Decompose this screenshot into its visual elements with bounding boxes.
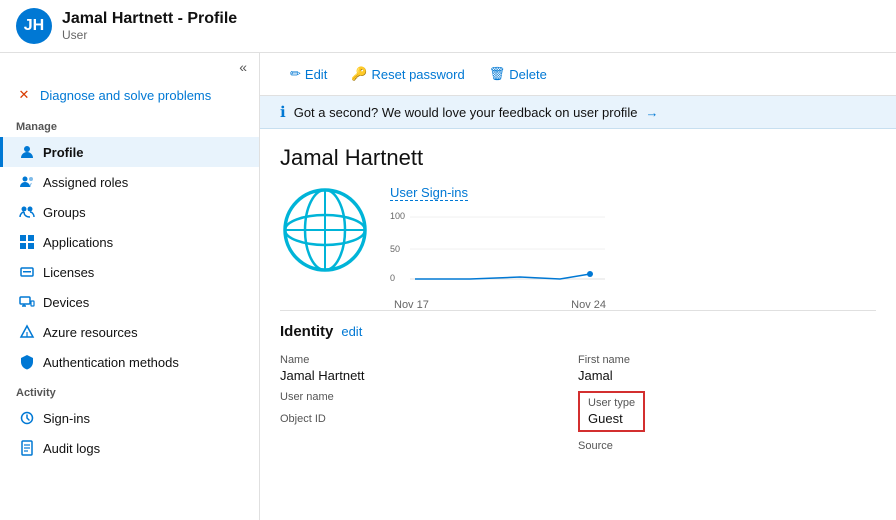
devices-icon (19, 294, 35, 310)
diagnose-label: Diagnose and solve problems (40, 88, 211, 103)
first-name-field: First name Jamal (578, 350, 876, 387)
sidebar-label-sign-ins: Sign-ins (43, 411, 90, 426)
sidebar-label-assigned-roles: Assigned roles (43, 175, 128, 190)
sidebar-label-devices: Devices (43, 295, 89, 310)
page-title: Jamal Hartnett - Profile (62, 10, 237, 28)
manage-section-label: Manage (0, 111, 259, 137)
sidebar-item-assigned-roles[interactable]: Assigned roles (0, 167, 259, 197)
info-icon: ℹ (280, 103, 286, 121)
sidebar-item-auth-methods[interactable]: Authentication methods (0, 347, 259, 377)
user-type-box: User type Guest (578, 391, 645, 432)
user-type-value: Guest (588, 411, 635, 426)
diagnose-icon: ✕ (16, 87, 32, 103)
main-content: ✏ Edit 🔑 Reset password 🗑 Delete ℹ Got a… (260, 53, 896, 520)
profile-section: Jamal Hartnett User Sign-ins (260, 129, 896, 474)
profile-name: Jamal Hartnett (280, 145, 876, 171)
avatar: JH (16, 8, 52, 44)
identity-title: Identity (280, 323, 333, 340)
audit-icon (19, 440, 35, 456)
activity-section-label: Activity (0, 377, 259, 403)
identity-grid: Name Jamal Hartnett User name Object ID (280, 350, 876, 458)
sidebar-label-applications: Applications (43, 235, 113, 250)
sidebar-item-profile[interactable]: Profile (0, 137, 259, 167)
collapse-btn[interactable]: « (0, 53, 259, 79)
sidebar-label-profile: Profile (43, 145, 83, 160)
sidebar-item-audit-logs[interactable]: Audit logs (0, 433, 259, 463)
sidebar-label-auth-methods: Authentication methods (43, 355, 179, 370)
chart-area: 100 50 0 Nov (390, 204, 610, 294)
reset-password-button[interactable]: 🔑 Reset password (341, 61, 474, 87)
sidebar-label-audit-logs: Audit logs (43, 441, 100, 456)
svg-text:0: 0 (390, 273, 395, 283)
licenses-icon (19, 264, 35, 280)
delete-button[interactable]: 🗑 Delete (479, 61, 557, 87)
object-id-field: Object ID (280, 409, 578, 431)
person-icon (19, 144, 35, 160)
edit-button[interactable]: ✏ Edit (280, 61, 337, 87)
profile-avatar (280, 185, 370, 294)
sidebar-item-applications[interactable]: Applications (0, 227, 259, 257)
page-subtitle: User (62, 28, 237, 42)
username-field: User name (280, 387, 578, 409)
sidebar-item-sign-ins[interactable]: Sign-ins (0, 403, 259, 433)
identity-edit-link[interactable]: edit (341, 324, 362, 339)
svg-text:100: 100 (390, 211, 405, 221)
identity-header: Identity edit (280, 323, 876, 340)
diagnose-item[interactable]: ✕ Diagnose and solve problems (0, 79, 259, 111)
sidebar: « ✕ Diagnose and solve problems Manage P… (0, 53, 260, 520)
user-type-field: User type Guest (578, 387, 876, 436)
feedback-bar: ℹ Got a second? We would love your feedb… (260, 96, 896, 129)
feedback-text: Got a second? We would love your feedbac… (294, 105, 638, 120)
sidebar-item-groups[interactable]: Groups (0, 197, 259, 227)
sidebar-item-devices[interactable]: Devices (0, 287, 259, 317)
auth-icon (19, 354, 35, 370)
sidebar-label-groups: Groups (43, 205, 86, 220)
user-type-label: User type (588, 397, 635, 409)
globe-svg (280, 185, 370, 275)
signins-icon (19, 410, 35, 426)
azure-icon (19, 324, 35, 340)
name-field: Name Jamal Hartnett (280, 350, 578, 387)
edit-icon: ✏ (290, 66, 301, 82)
source-field: Source (578, 436, 876, 458)
header-text: Jamal Hartnett - Profile User (62, 10, 237, 42)
profile-body: User Sign-ins 100 50 0 (280, 185, 876, 294)
source-label: Source (578, 440, 876, 452)
chart-section: User Sign-ins 100 50 0 (390, 185, 876, 294)
chart-x-labels: Nov 17 Nov 24 (390, 299, 610, 311)
chart-svg: 100 50 0 (390, 204, 610, 294)
object-id-label: Object ID (280, 413, 578, 425)
toolbar: ✏ Edit 🔑 Reset password 🗑 Delete (260, 53, 896, 96)
page-header: JH Jamal Hartnett - Profile User (0, 0, 896, 53)
sidebar-label-azure-resources: Azure resources (43, 325, 138, 340)
identity-left: Name Jamal Hartnett User name Object ID (280, 350, 578, 458)
chart-link[interactable]: User Sign-ins (390, 185, 468, 201)
username-label: User name (280, 391, 578, 403)
name-value: Jamal Hartnett (280, 368, 578, 383)
feedback-link[interactable]: → (645, 105, 658, 120)
sidebar-label-licenses: Licenses (43, 265, 94, 280)
name-label: Name (280, 354, 578, 366)
sidebar-item-azure-resources[interactable]: Azure resources (0, 317, 259, 347)
identity-right: First name Jamal User type Guest Source (578, 350, 876, 458)
key-icon: 🔑 (351, 66, 367, 82)
roles-icon (19, 174, 35, 190)
delete-icon: 🗑 (489, 66, 506, 82)
collapse-icon[interactable]: « (239, 59, 247, 75)
svg-text:50: 50 (390, 244, 400, 254)
main-layout: « ✕ Diagnose and solve problems Manage P… (0, 53, 896, 520)
first-name-label: First name (578, 354, 876, 366)
groups-icon (19, 204, 35, 220)
sidebar-item-licenses[interactable]: Licenses (0, 257, 259, 287)
apps-icon (19, 234, 35, 250)
identity-section: Identity edit Name Jamal Hartnett User n… (280, 310, 876, 458)
first-name-value: Jamal (578, 368, 876, 383)
